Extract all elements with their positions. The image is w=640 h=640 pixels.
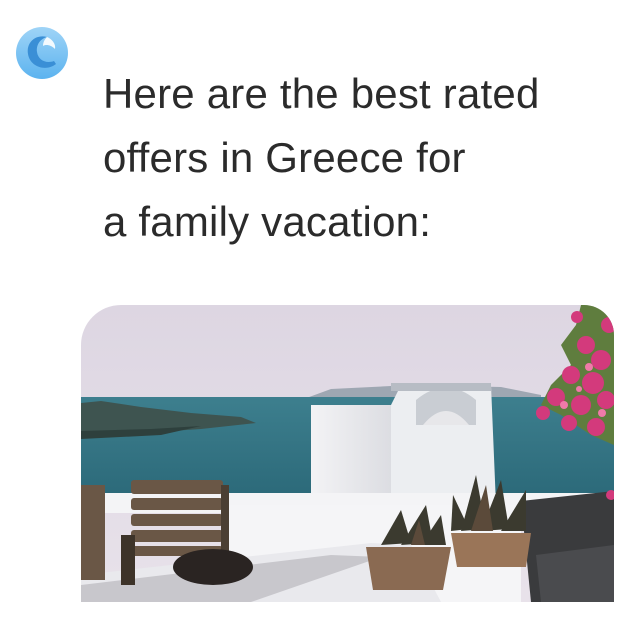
santorini-terrace-photo (81, 305, 614, 602)
assistant-message: Here are the best rated offers in Greece… (103, 62, 603, 254)
assistant-avatar (16, 27, 68, 79)
message-line-3: a family vacation: (103, 198, 432, 245)
offer-photo-card[interactable] (81, 305, 614, 602)
message-line-1: Here are the best rated (103, 70, 540, 117)
wave-logo-icon (16, 27, 68, 79)
message-line-2: offers in Greece for (103, 134, 466, 181)
